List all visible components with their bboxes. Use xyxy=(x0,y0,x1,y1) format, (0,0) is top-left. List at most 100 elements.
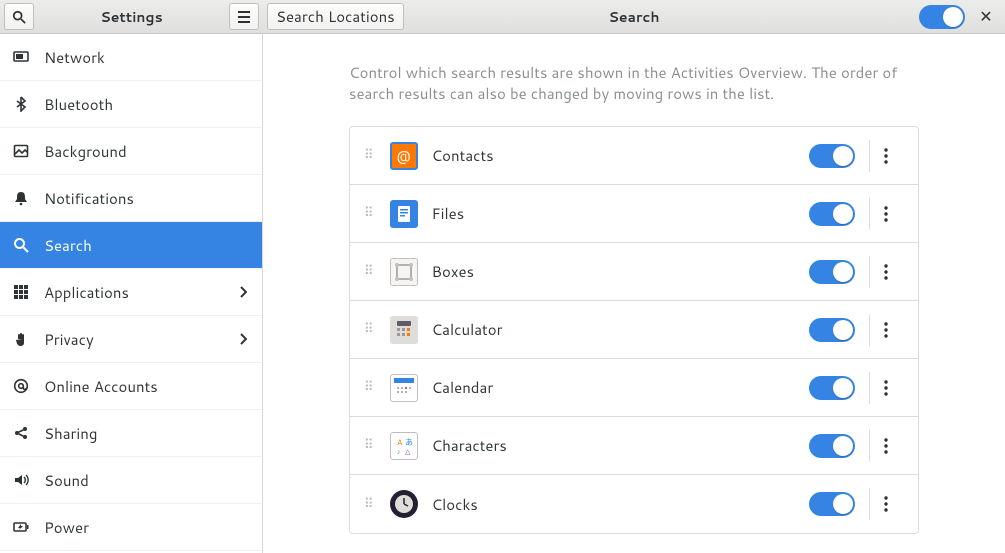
drag-handle-icon[interactable]: ⠿ xyxy=(364,327,376,332)
drag-handle-icon[interactable]: ⠿ xyxy=(364,443,376,448)
close-icon: ✕ xyxy=(979,5,992,28)
more-button[interactable] xyxy=(884,496,904,512)
menu-button[interactable] xyxy=(229,3,259,30)
sidebar-item-label: Sharing xyxy=(44,423,250,444)
more-vertical-icon xyxy=(884,206,888,222)
app-icon: Aあ♪△ xyxy=(390,432,418,460)
chevron-right-icon xyxy=(236,333,250,345)
svg-text:△: △ xyxy=(405,447,411,457)
sidebar-item-network[interactable]: Network xyxy=(0,34,262,81)
search-locations-label: Search Locations xyxy=(276,6,395,27)
list-item: ⠿ Calculator xyxy=(350,301,918,359)
sidebar-item-label: Background xyxy=(44,141,250,162)
sidebar-item-sound[interactable]: Sound xyxy=(0,457,262,504)
app-icon: @ xyxy=(390,142,418,170)
search-providers-list: ⠿ @ Contacts ⠿ Files ⠿ Boxes ⠿ Calculator ⠿ Calend… xyxy=(349,126,919,534)
hand-icon xyxy=(12,330,30,348)
sidebar-item-label: Power xyxy=(44,517,250,538)
app-icon xyxy=(390,490,418,518)
list-item: ⠿ Files xyxy=(350,185,918,243)
hamburger-icon xyxy=(237,11,251,23)
share-icon xyxy=(12,424,30,442)
app-title: Settings xyxy=(40,7,223,27)
more-vertical-icon xyxy=(884,322,888,338)
app-icon xyxy=(390,200,418,228)
main-panel: Control which search results are shown i… xyxy=(263,34,1005,553)
sidebar: Network Bluetooth Background Notifications S… xyxy=(0,34,263,553)
headerbar-left: Settings xyxy=(0,0,263,33)
list-item: ⠿ Boxes xyxy=(350,243,918,301)
drag-handle-icon[interactable]: ⠿ xyxy=(364,385,376,390)
app-icon xyxy=(390,258,418,286)
app-label: Contacts xyxy=(432,145,795,166)
row-switch[interactable] xyxy=(809,318,855,342)
sidebar-item-privacy[interactable]: Privacy xyxy=(0,316,262,363)
sidebar-item-applications[interactable]: Applications xyxy=(0,269,262,316)
app-label: Files xyxy=(432,203,795,224)
headerbar: Settings Search Locations Search ✕ xyxy=(0,0,1005,34)
drag-handle-icon[interactable]: ⠿ xyxy=(364,211,376,216)
more-vertical-icon xyxy=(884,264,888,280)
sidebar-item-bluetooth[interactable]: Bluetooth xyxy=(0,81,262,128)
more-button[interactable] xyxy=(884,206,904,222)
bell-icon xyxy=(12,189,30,207)
power-icon xyxy=(12,518,30,536)
description: Control which search results are shown i… xyxy=(349,62,919,104)
more-vertical-icon xyxy=(884,496,888,512)
sidebar-item-label: Notifications xyxy=(44,188,250,209)
list-item: ⠿Aあ♪△Characters xyxy=(350,417,918,475)
row-switch[interactable] xyxy=(809,492,855,516)
sidebar-item-label: Network xyxy=(44,47,250,68)
search-icon xyxy=(12,236,30,254)
at-icon xyxy=(12,377,30,395)
sidebar-item-label: Privacy xyxy=(44,329,222,350)
more-button[interactable] xyxy=(884,380,904,396)
sidebar-item-sharing[interactable]: Sharing xyxy=(0,410,262,457)
more-vertical-icon xyxy=(884,438,888,454)
drag-handle-icon[interactable]: ⠿ xyxy=(364,269,376,274)
search-icon xyxy=(12,10,26,24)
app-label: Boxes xyxy=(432,261,795,282)
svg-text:♪: ♪ xyxy=(397,447,401,457)
drag-handle-icon[interactable]: ⠿ xyxy=(364,153,376,158)
sidebar-item-label: Online Accounts xyxy=(44,376,250,397)
sidebar-item-notifications[interactable]: Notifications xyxy=(0,175,262,222)
drag-handle-icon[interactable]: ⠿ xyxy=(364,502,376,507)
app-label: Calendar xyxy=(432,377,795,398)
close-button[interactable]: ✕ xyxy=(971,2,1001,32)
row-switch[interactable] xyxy=(809,376,855,400)
search-button[interactable] xyxy=(4,3,34,30)
app-label: Characters xyxy=(432,435,795,456)
app-label: Clocks xyxy=(432,494,795,515)
row-switch[interactable] xyxy=(809,202,855,226)
speaker-icon xyxy=(12,471,30,489)
headerbar-right: Search Locations Search ✕ xyxy=(263,0,1005,33)
more-vertical-icon xyxy=(884,148,888,164)
search-locations-button[interactable]: Search Locations xyxy=(267,3,404,30)
app-icon xyxy=(390,316,418,344)
network-icon xyxy=(12,48,30,66)
row-switch[interactable] xyxy=(809,144,855,168)
sidebar-item-power[interactable]: Power xyxy=(0,504,262,551)
background-icon xyxy=(12,142,30,160)
more-button[interactable] xyxy=(884,264,904,280)
app-label: Calculator xyxy=(432,319,795,340)
grid-icon xyxy=(12,283,30,301)
bluetooth-icon xyxy=(12,95,30,113)
more-button[interactable] xyxy=(884,322,904,338)
sidebar-item-search[interactable]: Search xyxy=(0,222,262,269)
sidebar-item-online-accounts[interactable]: Online Accounts xyxy=(0,363,262,410)
app-icon xyxy=(390,374,418,402)
sidebar-item-label: Applications xyxy=(44,282,222,303)
chevron-right-icon xyxy=(236,286,250,298)
row-switch[interactable] xyxy=(809,260,855,284)
master-switch[interactable] xyxy=(919,5,965,29)
sidebar-item-background[interactable]: Background xyxy=(0,128,262,175)
more-button[interactable] xyxy=(884,148,904,164)
more-vertical-icon xyxy=(884,380,888,396)
more-button[interactable] xyxy=(884,438,904,454)
list-item: ⠿ @ Contacts xyxy=(350,127,918,185)
list-item: ⠿ Clocks xyxy=(350,475,918,533)
sidebar-item-label: Bluetooth xyxy=(44,94,250,115)
row-switch[interactable] xyxy=(809,434,855,458)
